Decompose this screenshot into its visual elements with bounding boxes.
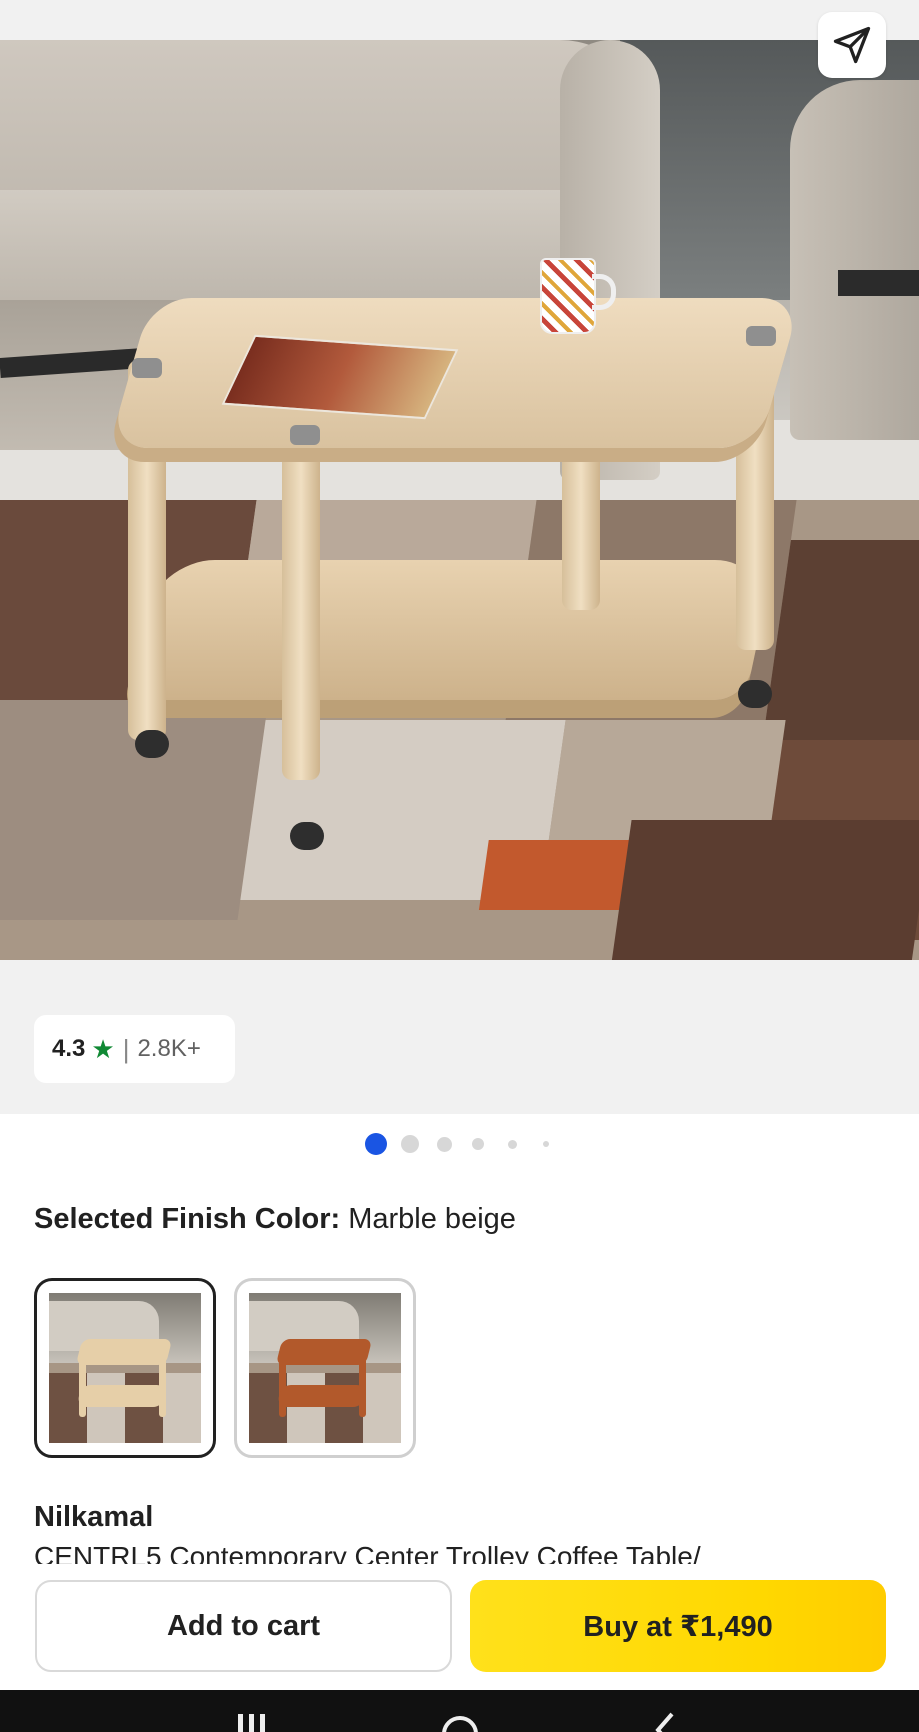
finish-option-brown[interactable] (234, 1278, 416, 1458)
share-send-icon (833, 26, 871, 64)
table-top (108, 298, 802, 448)
rating-count: 2.8K+ (137, 1035, 201, 1062)
mug (540, 258, 596, 334)
star-icon: ★ (91, 1033, 115, 1064)
finish-label-value: Marble beige (348, 1203, 516, 1235)
product-title: CENTRL5 Contemporary Center Trolley Coff… (34, 1540, 894, 1564)
back-icon[interactable] (650, 1712, 680, 1732)
action-bar: Add to cart Buy at ₹1,490 (0, 1564, 919, 1690)
brand-name[interactable]: Nilkamal (34, 1501, 153, 1534)
carousel-dot[interactable] (543, 1141, 549, 1147)
finish-color-label: Selected Finish Color: Marble beige (34, 1203, 516, 1236)
home-icon[interactable] (440, 1712, 480, 1732)
rating-separator: | (122, 1033, 130, 1064)
add-to-cart-button[interactable]: Add to cart (35, 1580, 452, 1672)
image-footer: 4.3 ★ | 2.8K+ (0, 960, 919, 1114)
rating-chip[interactable]: 4.3 ★ | 2.8K+ (34, 1015, 235, 1083)
product-title-text: CENTRL5 Contemporary Center Trolley Coff… (34, 1541, 701, 1564)
carousel-dot[interactable] (401, 1135, 419, 1153)
carousel-indicator (0, 1133, 919, 1155)
product-image[interactable] (0, 40, 919, 960)
buy-now-button[interactable]: Buy at ₹1,490 (470, 1580, 886, 1672)
finish-label-title: Selected Finish Color: (34, 1203, 341, 1235)
rating-value: 4.3 (52, 1035, 86, 1062)
carousel-dot[interactable] (365, 1133, 387, 1155)
finish-option-marble-beige[interactable] (34, 1278, 216, 1458)
carousel-dot[interactable] (436, 1136, 452, 1152)
finish-option-image (49, 1293, 201, 1443)
status-strip (0, 0, 919, 40)
finish-option-image (249, 1293, 401, 1443)
share-button[interactable] (818, 12, 886, 78)
carousel-dot[interactable] (472, 1138, 484, 1150)
table-shelf (125, 560, 775, 700)
magazine (221, 334, 459, 420)
recent-apps-icon[interactable] (236, 1712, 268, 1732)
system-nav-bar (0, 1690, 919, 1732)
carousel-dot[interactable] (507, 1139, 517, 1149)
